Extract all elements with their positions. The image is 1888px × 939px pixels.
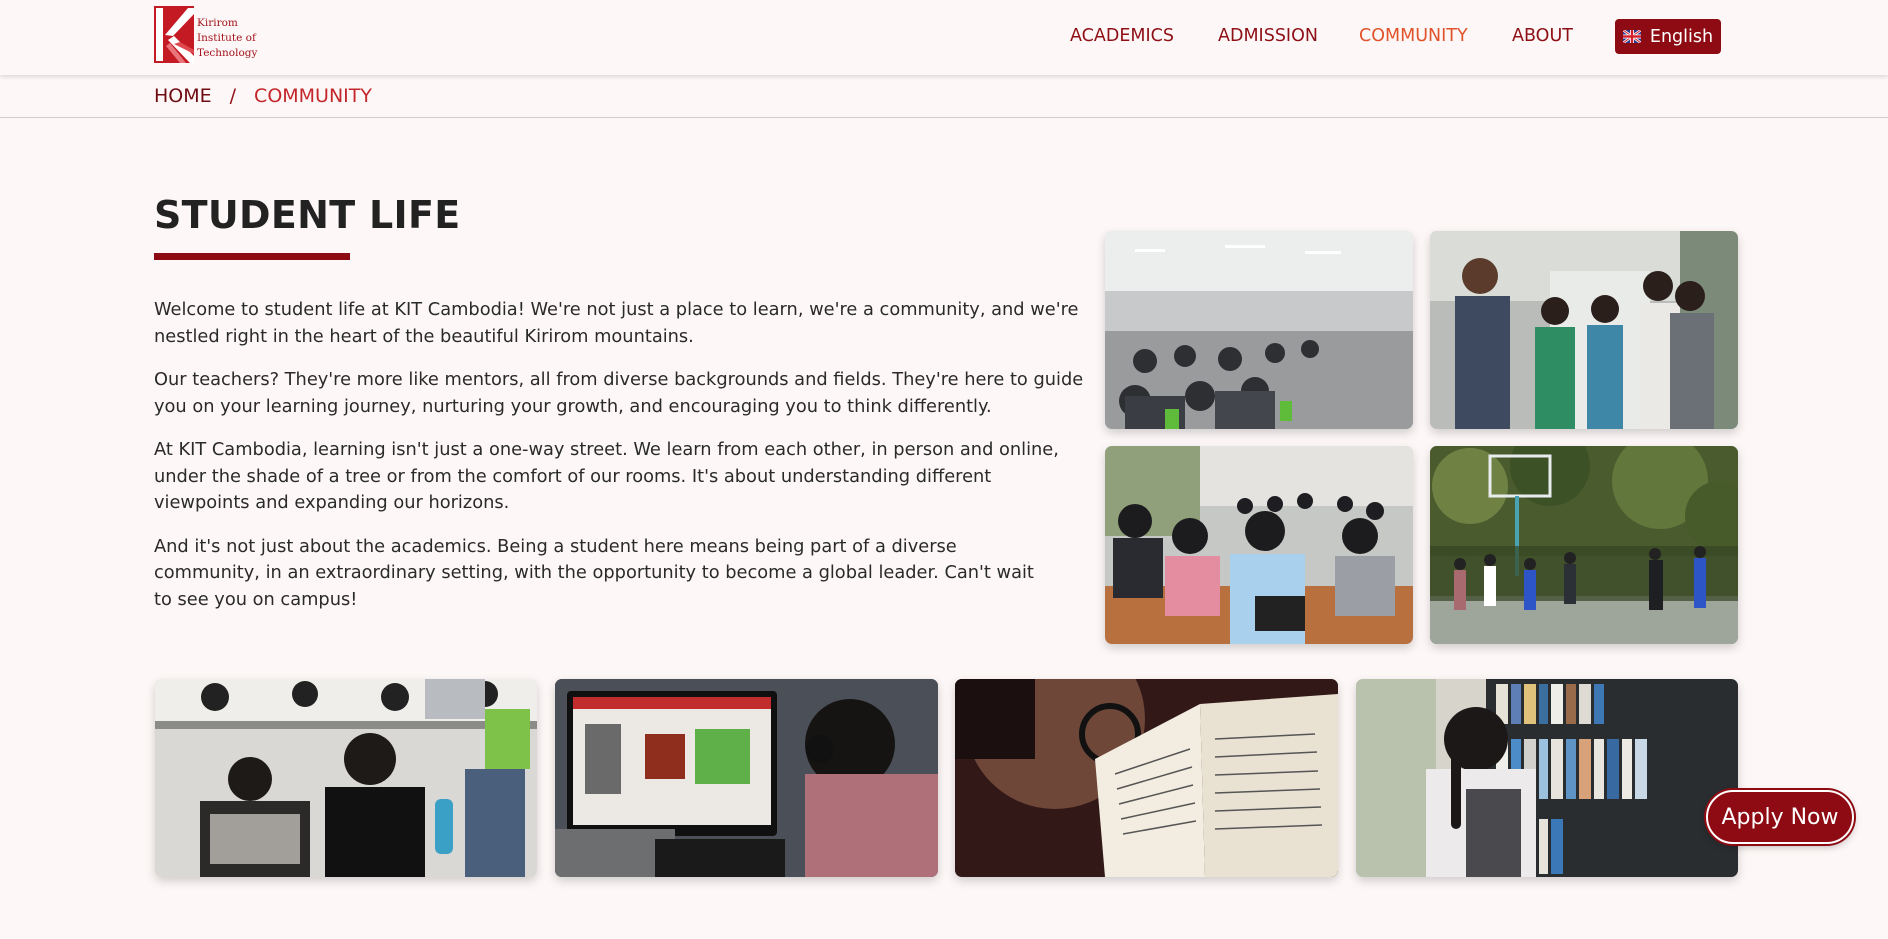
library-shelf-photo: [1356, 679, 1738, 877]
language-button[interactable]: English: [1615, 19, 1721, 54]
paragraph-1: Welcome to student life at KIT Cambodia!…: [154, 299, 1079, 347]
breadcrumb-separator: /: [229, 85, 237, 107]
breadcrumb-home[interactable]: HOME: [154, 85, 212, 107]
nav-community[interactable]: COMMUNITY: [1359, 26, 1468, 46]
classroom-students-photo: [1105, 446, 1413, 644]
study-session-photo: [155, 679, 537, 877]
students-talking-photo: [1430, 231, 1738, 429]
intro-text: Welcome to student life at KIT Cambodia!…: [154, 297, 1084, 630]
nav-academics[interactable]: ACADEMICS: [1070, 26, 1174, 46]
breadcrumb-current: COMMUNITY: [254, 85, 372, 107]
lecture-hall-photo: [1105, 231, 1413, 429]
logo-line-3: Technology: [197, 47, 258, 59]
basketball-court-photo: [1430, 446, 1738, 644]
language-label: English: [1649, 26, 1714, 47]
logo-text: Kirirom Institute of Technology: [197, 16, 257, 61]
logo[interactable]: Kirirom Institute of Technology: [154, 6, 257, 64]
breadcrumb-divider: [0, 117, 1888, 118]
paragraph-3: At KIT Cambodia, learning isn't just a o…: [154, 439, 1059, 513]
computer-student-photo: [555, 679, 938, 877]
site-header: Kirirom Institute of Technology ACADEMIC…: [0, 0, 1888, 75]
logo-icon: [154, 6, 194, 63]
page-title: STUDENT LIFE: [154, 193, 461, 237]
logo-line-1: Kirirom: [197, 17, 238, 29]
logo-line-2: Institute of: [197, 32, 256, 44]
apply-now-button[interactable]: Apply Now: [1706, 790, 1854, 844]
nav-admission[interactable]: ADMISSION: [1218, 26, 1318, 46]
title-underline: [154, 253, 350, 260]
breadcrumb: HOME / COMMUNITY: [154, 76, 372, 116]
uk-flag-icon: [1622, 30, 1641, 43]
nav-about[interactable]: ABOUT: [1512, 26, 1573, 46]
reading-book-photo: [955, 679, 1338, 877]
paragraph-2: Our teachers? They're more like mentors,…: [154, 369, 1084, 417]
paragraph-4: And it's not just about the academics. B…: [154, 535, 1034, 610]
